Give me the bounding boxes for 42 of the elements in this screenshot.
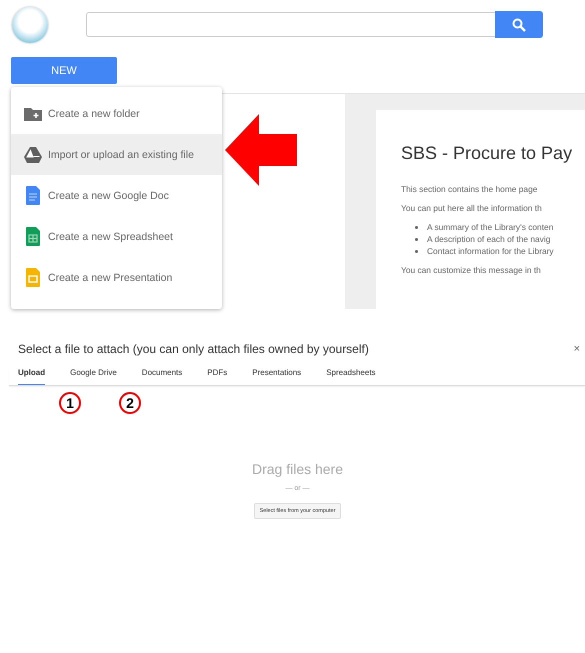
tab[interactable]: PDFs: [207, 368, 228, 385]
search-button[interactable]: [495, 11, 543, 38]
bullet-icon: [415, 226, 418, 228]
tab[interactable]: Documents: [142, 368, 182, 385]
number-marker: 1: [59, 392, 81, 414]
menu-item-label: Create a new folder: [48, 108, 140, 120]
bullet-icon: [415, 250, 418, 252]
menu-item[interactable]: Import or upload an existing file: [11, 134, 222, 175]
paragraph: You can put here all the information th: [401, 203, 543, 213]
menu-item[interactable]: Create a new Google Doc: [11, 175, 222, 216]
pointer-arrow-drawing: [225, 114, 297, 186]
new-button[interactable]: NEW: [11, 57, 117, 84]
menu-item[interactable]: Create a new Spreadsheet: [11, 216, 222, 257]
close-button[interactable]: ×: [572, 343, 582, 355]
drop-zone-text: Drag files here: [252, 461, 344, 477]
folder-plus-icon: [24, 106, 42, 120]
paragraph: You can customize this message in th: [401, 265, 542, 275]
menu-item-label: Create a new Google Doc: [48, 190, 169, 202]
search-icon: [512, 18, 526, 32]
list-item: A description of each of the navig: [427, 234, 550, 244]
search-field[interactable]: [86, 12, 495, 37]
tab[interactable]: Google Drive: [70, 368, 117, 385]
drive-icon: [24, 146, 42, 162]
page-title: SBS - Procure to Pay: [401, 143, 574, 164]
tab[interactable]: Upload: [18, 368, 46, 385]
logo-icon[interactable]: [12, 7, 48, 43]
menu-item-label: Create a new Spreadsheet: [48, 230, 173, 242]
list-item: A summary of the Library's conten: [427, 222, 554, 232]
menu-item[interactable]: Create a new Presentation: [11, 257, 222, 298]
dialog-title: Select a file to attach (you can only attach files owned by yourself): [18, 342, 369, 356]
tab[interactable]: Spreadsheets: [326, 368, 376, 385]
spreadsheet-icon: [26, 227, 40, 246]
number-marker: 2: [119, 392, 141, 414]
tab[interactable]: Presentations: [252, 368, 302, 385]
menu-item-label: Import or upload an existing file: [48, 148, 194, 160]
presentation-icon: [26, 268, 40, 287]
menu-item[interactable]: Create a new folder: [11, 93, 222, 134]
list-item: Contact information for the Library: [427, 246, 554, 256]
document-icon: [26, 186, 40, 205]
bullet-icon: [415, 238, 418, 240]
paragraph: This section contains the home page: [401, 184, 538, 194]
menu-item-label: Create a new Presentation: [48, 272, 172, 284]
